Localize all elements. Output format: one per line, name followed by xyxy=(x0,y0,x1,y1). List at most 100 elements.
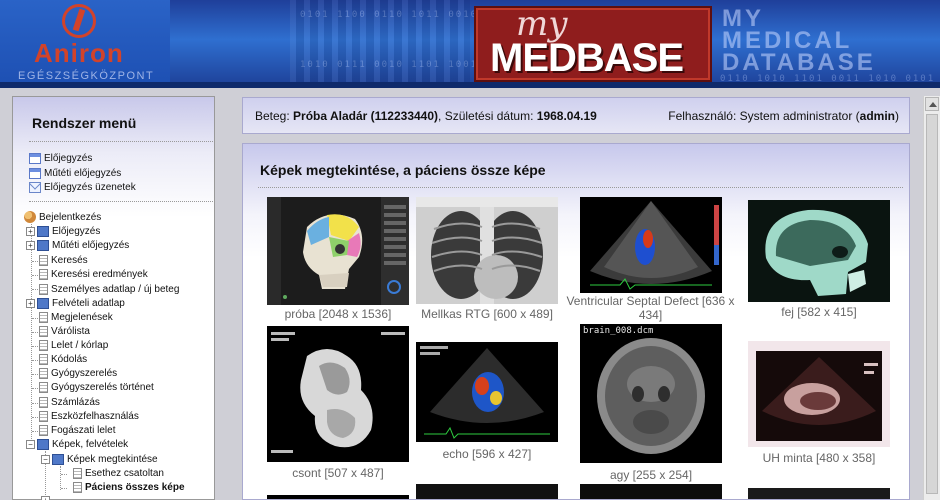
image-thumbnail-partial[interactable] xyxy=(748,488,890,499)
tree-label: Lelet / kórlap xyxy=(51,340,109,351)
tree-label: Képek, felvételek xyxy=(52,439,129,450)
bone-ct-image xyxy=(267,326,409,462)
skull-xray-image xyxy=(748,200,890,302)
tree-item-gyogyszereles-tortenet[interactable]: Gyógyszerelés történet xyxy=(39,382,154,393)
tree-item-elojegyzes[interactable]: + Előjegyzés xyxy=(26,226,100,237)
brand-tagline: MY MEDICAL DATABASE xyxy=(722,7,876,76)
tree-label: Keresési eredmények xyxy=(51,269,148,280)
tree-label: Számlázás xyxy=(51,397,100,408)
logo-subtitle: EGÉSZSÉGKÖZPONT xyxy=(18,70,155,82)
tree-item-esethez-csatoltan[interactable]: Esethez csatoltan xyxy=(73,468,164,479)
image-thumbnail-mellkas-rtg[interactable] xyxy=(416,197,558,304)
document-icon xyxy=(39,368,48,379)
quicklink-muteti-elojegyzes[interactable]: Műtéti előjegyzés xyxy=(29,168,121,179)
brain-mri-image xyxy=(580,324,722,463)
image-thumbnail-proba[interactable] xyxy=(267,197,409,305)
tree-label: Kódolás xyxy=(51,354,88,365)
tree-label: Bejelentkezés xyxy=(39,211,102,223)
logo-mark-icon xyxy=(62,4,96,38)
brand-tagline-line: DATABASE xyxy=(722,49,876,76)
book-icon xyxy=(37,298,49,309)
tree-item-szemelyes-adatlap[interactable]: Személyes adatlap / új beteg xyxy=(39,284,179,295)
expand-icon[interactable]: + xyxy=(26,299,35,308)
image-thumbnail-agy[interactable]: brain_008.dcm xyxy=(580,324,722,463)
tree-label: Keresés xyxy=(51,255,88,266)
users-icon xyxy=(24,211,36,223)
document-icon xyxy=(73,482,82,493)
tree-root-bejelentkezes[interactable]: Bejelentkezés xyxy=(24,211,101,223)
tree-label: Személyes adatlap / új beteg xyxy=(51,284,180,295)
tree-item-keresesi-eredmenyek[interactable]: Keresési eredmények xyxy=(39,269,148,280)
scrollbar-thumb[interactable] xyxy=(926,114,938,494)
quicklink-label: Előjegyzés xyxy=(44,153,93,164)
tree-item-lelet-korlap[interactable]: Lelet / kórlap xyxy=(39,340,108,351)
image-thumbnail-partial[interactable] xyxy=(580,484,722,499)
quicklink-elojegyzes[interactable]: Előjegyzés xyxy=(29,153,92,164)
app-header: Aniron EGÉSZSÉGKÖZPONT 0101 1100 0110 10… xyxy=(0,0,940,88)
tree-label: Előjegyzés xyxy=(52,226,101,237)
tree-label: Képek megtekintése xyxy=(67,454,158,465)
tree-label: Felvételi adatlap xyxy=(52,298,125,309)
tree-item-gyogyszereles[interactable]: Gyógyszerelés xyxy=(39,368,117,379)
document-icon xyxy=(39,312,48,323)
chest-xray-image xyxy=(416,197,558,304)
image-thumbnail-partial[interactable] xyxy=(416,484,558,499)
patient-dob: 1968.04.19 xyxy=(536,109,597,123)
expand-icon[interactable]: + xyxy=(26,241,35,250)
tree-item-muteti-elojegyzes[interactable]: + Műtéti előjegyzés xyxy=(26,240,129,251)
image-thumbnail-ventricular[interactable] xyxy=(580,197,722,293)
image-thumbnail-csont[interactable] xyxy=(267,326,409,462)
echocardiogram-image xyxy=(580,197,722,293)
document-icon xyxy=(39,284,48,295)
tree-label: Megjelenések xyxy=(51,312,113,323)
patient-info: Beteg: Próba Aladár (112233440), Születé… xyxy=(255,109,597,123)
tree-item-kodolas[interactable]: Kódolás xyxy=(39,354,87,365)
skull-3d-image xyxy=(267,197,409,305)
document-icon xyxy=(39,397,48,408)
document-icon xyxy=(39,354,48,365)
image-caption: echo [596 x 427] xyxy=(442,447,532,461)
tree-item-fogaszati-lelet[interactable]: Fogászati lelet xyxy=(39,425,115,436)
image-thumbnail-fej[interactable] xyxy=(748,200,890,302)
collapse-icon[interactable]: − xyxy=(26,440,35,449)
expand-icon[interactable]: + xyxy=(26,227,35,236)
image-thumbnail-partial[interactable] xyxy=(267,495,409,499)
aniron-logo[interactable]: Aniron EGÉSZSÉGKÖZPONT xyxy=(0,0,170,88)
tree-item-kepek-felvetelek[interactable]: − Képek, felvételek xyxy=(26,439,128,450)
tree-line xyxy=(31,224,32,449)
image-caption: próba [2048 x 1536] xyxy=(284,307,392,321)
book-icon xyxy=(37,226,49,237)
tree-item-szamlazas[interactable]: Számlázás xyxy=(39,397,100,408)
tree-item-felveteli-adatlap[interactable]: + Felvételi adatlap xyxy=(26,298,125,309)
tree-item-kereses[interactable]: Keresés xyxy=(39,255,88,266)
mymedbase-logo: my MEDBASE xyxy=(474,4,712,82)
image-thumbnail-uh-minta[interactable] xyxy=(748,341,890,447)
page-scrollbar[interactable] xyxy=(923,96,940,500)
book-icon xyxy=(37,439,49,450)
scroll-up-icon[interactable] xyxy=(925,97,939,111)
patient-info-bar: Beteg: Próba Aladár (112233440), Születé… xyxy=(242,97,910,134)
tree-item-megjelenesek[interactable]: Megjelenések xyxy=(39,312,113,323)
page-title: Képek megtekintése, a páciens össze képe xyxy=(260,162,546,178)
book-icon xyxy=(52,454,64,465)
tree-item-eszkozfelhasznalas[interactable]: Eszközfelhasználás xyxy=(39,411,139,422)
tree-line xyxy=(32,360,38,361)
image-thumbnail-echo[interactable] xyxy=(416,342,558,442)
user-label: Felhasználó: System administrator ( xyxy=(668,109,860,123)
quicklink-elojegyzes-uzenetek[interactable]: Előjegyzés üzenetek xyxy=(29,182,136,193)
header-photo xyxy=(290,0,470,88)
tree-label: Várólista xyxy=(51,326,90,337)
tree-line xyxy=(32,374,38,375)
system-menu-sidebar: Rendszer menü Előjegyzés Műtéti előjegyz… xyxy=(12,96,215,500)
tree-item-varolista[interactable]: Várólista xyxy=(39,326,90,337)
brand-medbase: MEDBASE xyxy=(490,36,684,80)
mail-icon xyxy=(29,182,41,193)
user-name[interactable]: admin xyxy=(860,109,895,123)
image-caption: agy [255 x 254] xyxy=(609,468,693,482)
tree-item-kepek-megtekintese[interactable]: − Képek megtekintése xyxy=(41,454,158,465)
calendar-icon xyxy=(29,153,41,164)
tree-item-paciens-osszes-kepe[interactable]: Páciens összes képe xyxy=(73,482,185,493)
document-icon xyxy=(39,382,48,393)
collapse-icon[interactable]: − xyxy=(41,455,50,464)
expand-icon: + xyxy=(41,496,50,500)
